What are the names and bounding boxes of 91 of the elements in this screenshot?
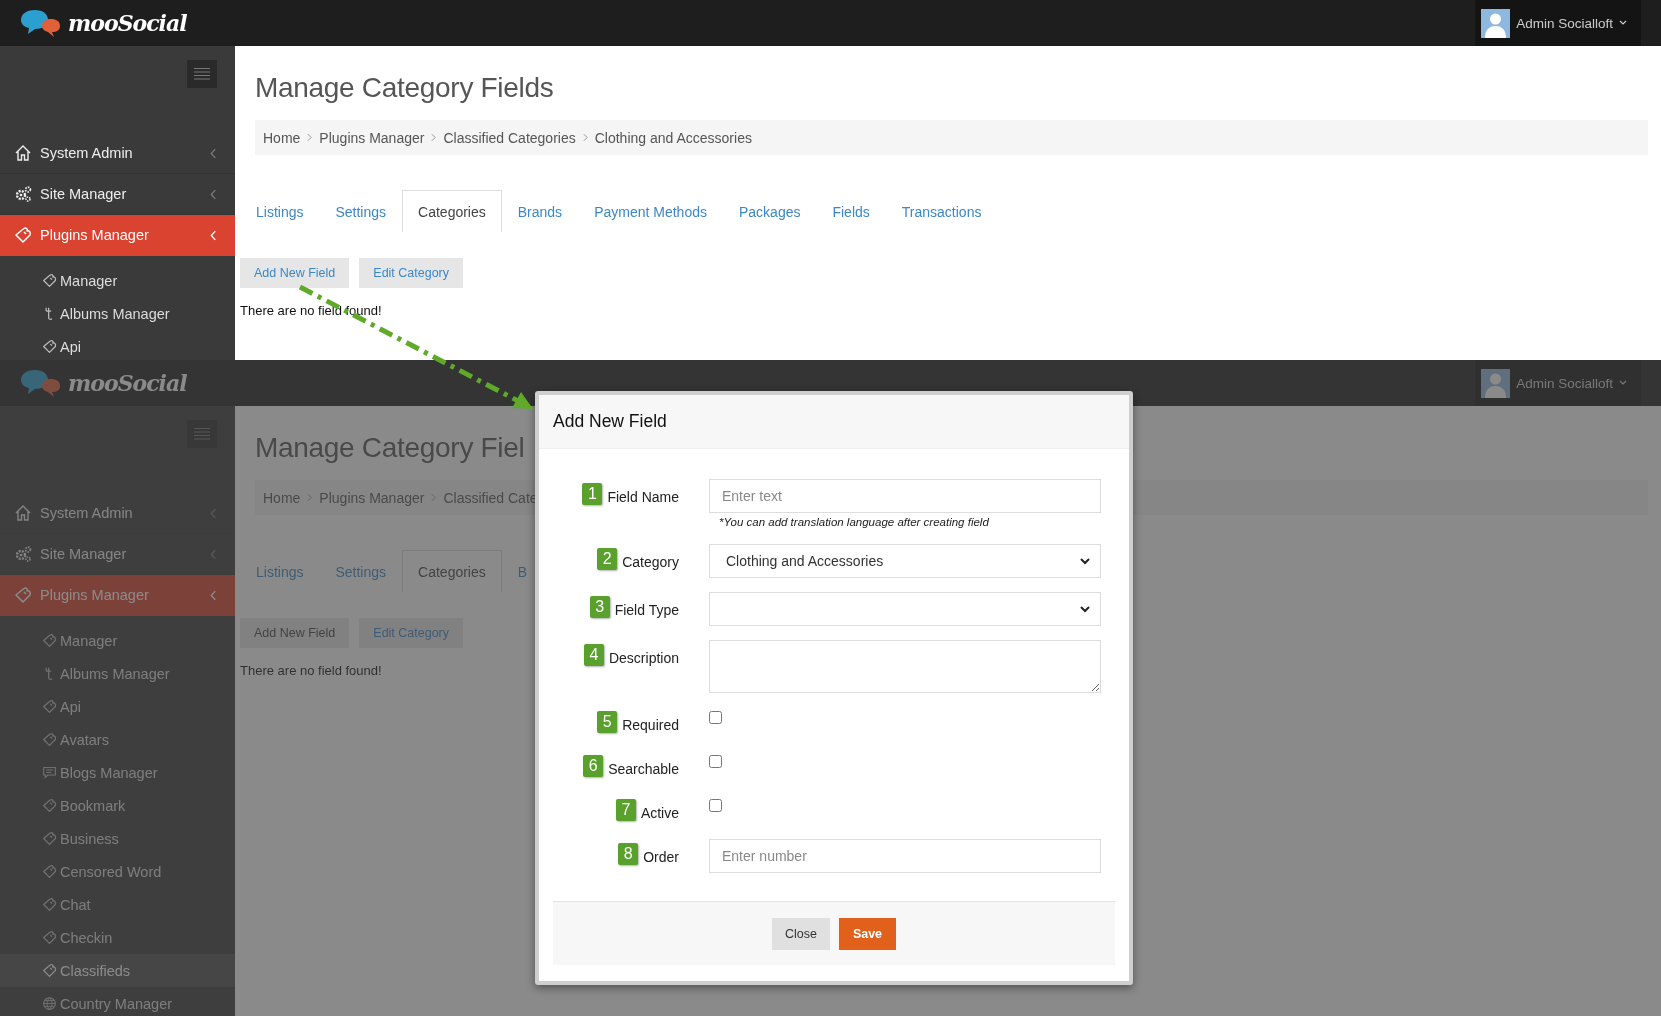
- text-field[interactable]: Enter number: [709, 839, 1101, 873]
- chevron-icon: [210, 589, 217, 601]
- sidebar-subitem[interactable]: Albums Manager: [0, 657, 235, 690]
- tab[interactable]: Settings: [319, 550, 403, 592]
- comment-icon: [42, 765, 57, 780]
- sidebar-subitem[interactable]: Albums Manager: [0, 297, 235, 330]
- sidebar-subitem[interactable]: Api: [0, 690, 235, 723]
- field-label: Order: [643, 848, 679, 865]
- sidebar-subitem[interactable]: Business: [0, 822, 235, 855]
- field-label: Searchable: [608, 760, 679, 777]
- sidebar-subitem[interactable]: Country Manager: [0, 987, 235, 1016]
- page-title: Manage Category Fields: [255, 71, 555, 105]
- chevron-icon: [1080, 605, 1090, 613]
- checkbox[interactable]: [709, 799, 722, 812]
- chevron-icon: [210, 507, 217, 519]
- sidebar-subitem[interactable]: Censored Word: [0, 855, 235, 888]
- chevron-icon: [210, 548, 217, 560]
- tab[interactable]: Settings: [319, 190, 403, 232]
- action-button[interactable]: Edit Category: [359, 618, 464, 648]
- tab[interactable]: Listings: [240, 190, 320, 232]
- breadcrumb-link[interactable]: Clothing and Accessories: [594, 129, 752, 146]
- menu-icon: [194, 427, 210, 441]
- sidebar-item[interactable]: Plugins Manager: [0, 215, 235, 256]
- dialog-title: Add New Field: [553, 411, 667, 432]
- sidebar-subitem[interactable]: Bookmark: [0, 789, 235, 822]
- tab[interactable]: Payment Methods: [578, 190, 723, 232]
- checkbox[interactable]: [709, 755, 722, 768]
- sidebar-item[interactable]: Plugins Manager: [0, 575, 235, 616]
- caret-icon: [1619, 380, 1627, 386]
- home-icon: [14, 504, 32, 522]
- home-icon: [14, 144, 32, 162]
- field-label: Active: [640, 804, 679, 821]
- menu-icon: [194, 67, 210, 81]
- chevron-icon: [582, 133, 588, 142]
- chevron-icon: [210, 188, 217, 200]
- action-button[interactable]: Edit Category: [359, 258, 464, 288]
- chevron-icon: [210, 229, 217, 241]
- breadcrumb-link[interactable]: Classified Categories: [443, 129, 576, 146]
- select-field[interactable]: Clothing and Accessories: [709, 544, 1101, 578]
- tab[interactable]: Categories: [402, 190, 502, 232]
- action-button[interactable]: Add New Field: [240, 258, 350, 288]
- chevron-icon: [1080, 557, 1090, 565]
- sidebar-subitem[interactable]: Avatars: [0, 723, 235, 756]
- logo-text: mooSocial: [68, 370, 187, 396]
- sidebar-subitem[interactable]: Manager: [0, 624, 235, 657]
- breadcrumb-link[interactable]: Plugins Manager: [319, 129, 425, 146]
- field-label: Field Name: [607, 488, 679, 505]
- empty-message: There are no field found!: [240, 303, 383, 318]
- sidebar-subitem[interactable]: Manager: [0, 264, 235, 297]
- tab[interactable]: Brands: [501, 190, 579, 232]
- field-label: Required: [622, 716, 679, 733]
- page-title: Manage Category Fiel: [255, 431, 526, 465]
- number-badge: 6: [583, 755, 604, 777]
- field-label: Category: [622, 553, 679, 570]
- close-button[interactable]: Close: [771, 917, 830, 950]
- caret-icon: [1619, 20, 1627, 26]
- chevron-icon: [210, 147, 217, 159]
- sidebar-subitem[interactable]: Api: [0, 330, 235, 360]
- hint-text: *You can add translation language after creating field: [719, 516, 990, 528]
- select-field[interactable]: [709, 592, 1101, 626]
- number-badge: 2: [597, 548, 618, 570]
- number-badge: 1: [582, 483, 603, 505]
- number-badge: 5: [597, 711, 618, 733]
- avatar-icon: [1481, 8, 1511, 38]
- chevron-icon: [431, 133, 437, 142]
- sidebar-subitem[interactable]: Chat: [0, 888, 235, 921]
- save-button[interactable]: Save: [838, 917, 897, 950]
- tab[interactable]: Categories: [402, 550, 502, 592]
- chevron-icon: [307, 133, 313, 142]
- tab[interactable]: Fields: [816, 190, 886, 232]
- sidebar-subitem[interactable]: Checkin: [0, 921, 235, 954]
- checkbox[interactable]: [709, 711, 722, 724]
- tab[interactable]: Packages: [722, 190, 817, 232]
- field-label: Description: [608, 649, 679, 666]
- sidebar-subitem[interactable]: Classifieds: [0, 954, 235, 987]
- number-badge: 3: [589, 596, 610, 618]
- number-badge: 4: [583, 644, 604, 666]
- field-label: Field Type: [614, 601, 679, 618]
- breadcrumb-link[interactable]: Home: [263, 129, 301, 146]
- globe-icon: [42, 996, 57, 1011]
- tab[interactable]: Listings: [240, 550, 320, 592]
- number-badge: 7: [615, 799, 636, 821]
- menu-button[interactable]: [187, 60, 217, 88]
- sidebar-subitem[interactable]: Blogs Manager: [0, 756, 235, 789]
- logo-text: mooSocial: [68, 10, 187, 36]
- action-button[interactable]: Add New Field: [240, 618, 350, 648]
- empty-message: There are no field found!: [240, 663, 383, 678]
- tab[interactable]: B: [501, 550, 544, 592]
- avatar-icon: [1481, 368, 1511, 398]
- number-badge: 8: [618, 843, 639, 865]
- tab[interactable]: Transactions: [885, 190, 998, 232]
